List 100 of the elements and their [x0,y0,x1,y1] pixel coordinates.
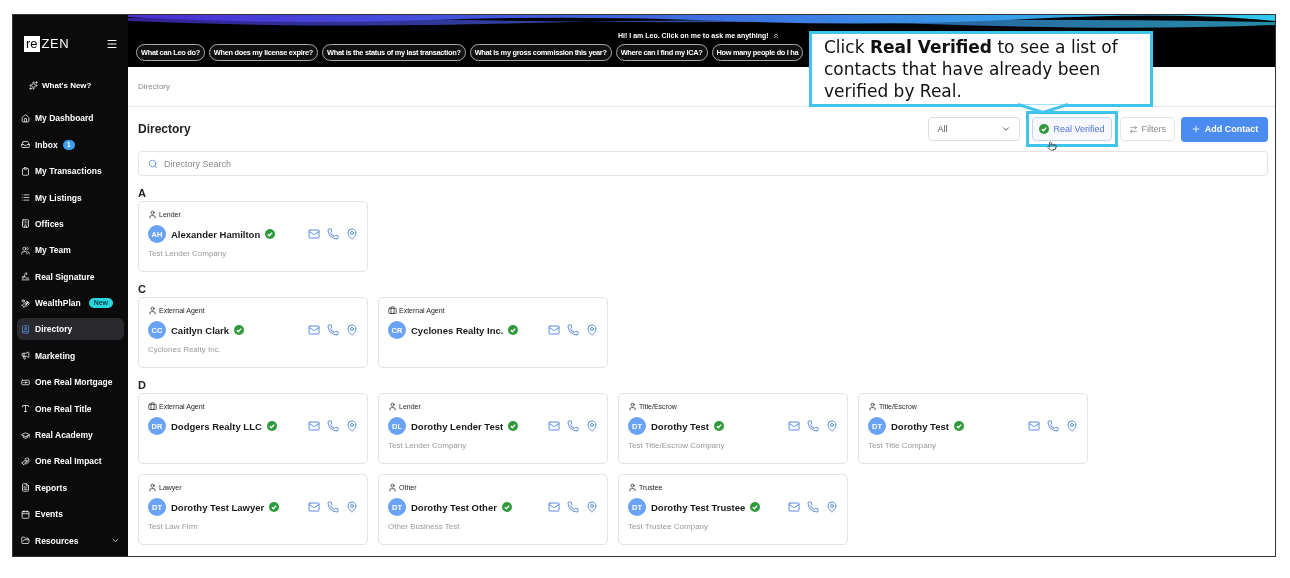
folder-icon [21,536,30,546]
sidebar-item[interactable]: Resources [17,529,124,552]
briefcase-icon [148,402,157,411]
sidebar-item[interactable]: Real Signature [17,265,124,288]
location-icon[interactable] [346,324,358,336]
sidebar-item[interactable]: One Real Mortgage [17,371,124,394]
briefcase-icon [388,306,397,315]
phone-icon[interactable] [327,324,339,336]
building-icon [21,219,30,229]
mail-icon[interactable] [548,420,560,432]
inbox-icon [21,140,30,150]
phone-icon[interactable] [567,501,579,513]
mail-icon[interactable] [548,501,560,513]
location-icon[interactable] [346,501,358,513]
contact-name[interactable]: Alexander Hamilton [171,228,261,240]
person-icon [148,306,157,315]
phone-icon[interactable] [807,420,819,432]
sidebar-item[interactable]: One Real Title [17,397,124,420]
sidebar-item[interactable]: My Listings [17,186,124,209]
plus-icon [1190,124,1201,134]
phone-icon[interactable] [327,501,339,513]
banknote-icon [21,377,30,387]
sidebar-item[interactable]: Offices [17,212,124,235]
search-field[interactable]: Directory Search [138,151,1268,176]
location-icon[interactable] [826,501,838,513]
home-icon [21,113,30,123]
phone-icon[interactable] [567,420,579,432]
sidebar-item[interactable]: Reports [17,476,124,499]
contact-name[interactable]: Dorothy Test Lawyer [171,501,265,513]
coins-icon [21,298,30,308]
sidebar-item[interactable]: My Dashboard [17,107,124,130]
contact-company: Test Lender Company [148,249,228,258]
filter-select[interactable]: All [928,117,1021,141]
page-title: Directory [138,122,192,136]
sidebar-item[interactable]: My Team [17,239,124,262]
person-icon [868,402,877,411]
sidebar-item[interactable]: My Transactions [17,160,124,183]
mail-icon[interactable] [308,324,320,336]
sidebar-item[interactable]: Marketing [17,344,124,367]
graduation-cap-icon [21,430,30,440]
contact-name[interactable]: Dorothy Lender Test [411,420,504,432]
contact-company: Test Lender Company [388,441,468,450]
contact-name[interactable]: Dorothy Test [651,420,709,432]
logo: re ZEN [24,35,70,52]
sidebar-item[interactable]: Directory [17,318,124,341]
section-letter: C [138,283,147,295]
contact-company: Test Trustee Company [628,522,710,531]
contact-name[interactable]: Dorothy Test Other [411,501,497,513]
breadcrumb[interactable]: Directory [138,82,170,91]
mail-icon[interactable] [308,501,320,513]
mail-icon[interactable] [548,324,560,336]
heart-hand-icon [21,456,30,466]
callout-text: Click Real Verified to see a list of contacts that have already been verified by Real. [824,37,1118,101]
location-icon[interactable] [586,420,598,432]
phone-icon[interactable] [327,228,339,240]
phone-icon[interactable] [1047,420,1059,432]
location-icon[interactable] [826,420,838,432]
contact-company: Test Law Firm [148,522,199,531]
person-icon [628,402,637,411]
person-icon [388,402,397,411]
contact-name[interactable]: Dodgers Realty LLC [171,420,262,432]
contact-company: Test Title/Escrow Company [628,441,726,450]
contact-company: Test Title Company [868,441,938,450]
signature-icon [21,272,30,282]
phone-icon[interactable] [567,324,579,336]
real-verified-button[interactable]: Real Verified [1032,117,1112,141]
person-icon [148,483,157,492]
search-icon [148,158,158,169]
whats-new-link[interactable]: What's New? [17,58,124,98]
person-icon [388,483,397,492]
filters-button[interactable]: Filters [1119,117,1175,141]
sidebar-item[interactable]: Real Academy [17,424,124,447]
phone-icon[interactable] [327,420,339,432]
phone-icon[interactable] [807,501,819,513]
mail-icon[interactable] [788,501,800,513]
contact-book-icon [21,325,30,334]
location-icon[interactable] [346,228,358,240]
location-icon[interactable] [1066,420,1078,432]
section-letter: D [138,379,147,391]
mail-icon[interactable] [1028,420,1040,432]
chevrons-up-icon[interactable] [771,31,780,40]
mail-icon[interactable] [308,420,320,432]
sidebar-item[interactable]: One Real Impact [17,450,124,473]
contact-name[interactable]: Dorothy Test Trustee [651,501,746,513]
document-icon [21,483,30,493]
location-icon[interactable] [586,324,598,336]
sidebar-item[interactable]: Events [17,503,124,526]
people-icon [21,245,30,255]
contact-name[interactable]: Caitlyn Clark [171,324,230,336]
contact-name[interactable]: Dorothy Test [891,420,949,432]
mail-icon[interactable] [308,228,320,240]
location-icon[interactable] [586,501,598,513]
contact-name[interactable]: Cyclones Realty Inc. [411,324,504,336]
mail-icon[interactable] [788,420,800,432]
location-icon[interactable] [346,420,358,432]
menu-icon[interactable] [106,37,118,50]
person-icon [148,210,157,219]
letter-t-icon [21,404,30,414]
contact-company: Cyclones Realty Inc. [148,345,222,354]
verified-icon [1039,124,1050,134]
